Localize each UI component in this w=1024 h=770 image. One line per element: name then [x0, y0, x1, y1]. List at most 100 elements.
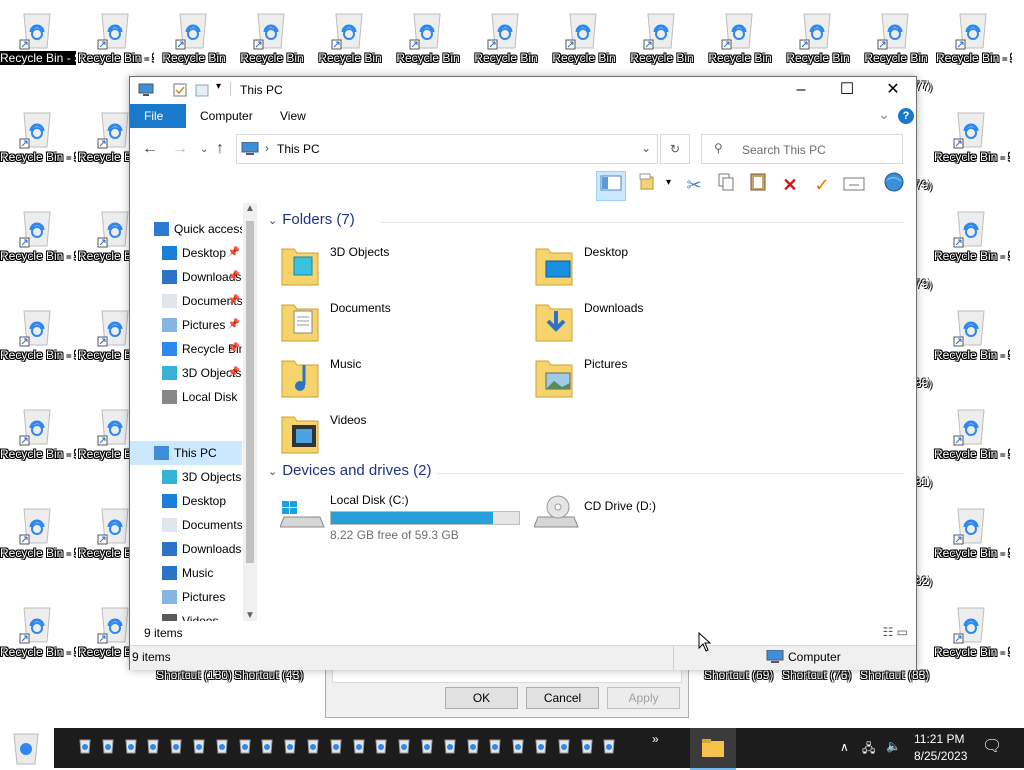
taskbar-app-icon[interactable] [260, 738, 274, 754]
search-input[interactable]: Search This PC [742, 143, 826, 157]
folders-group-header[interactable]: ⌄ Folders (7) [268, 211, 355, 228]
nav-item-desktop[interactable]: Desktop 📌 [130, 241, 242, 265]
taskbar-app-icon[interactable] [329, 738, 343, 754]
taskbar-app-icon[interactable] [146, 738, 160, 754]
preview-pane-icon[interactable] [596, 171, 626, 201]
delete-icon[interactable]: ✕ [776, 171, 804, 199]
taskbar-app-icon[interactable] [488, 738, 502, 754]
nav-item-downloads[interactable]: Downloads [130, 537, 242, 561]
desktop-icon-top-12[interactable]: Recycle Bin - Shortcut (84) [936, 0, 1012, 96]
folder-documents[interactable]: Documents [280, 299, 520, 351]
taskbar-app-icon[interactable] [511, 738, 525, 754]
taskbar-app-icon[interactable] [78, 738, 92, 754]
folder-downloads[interactable]: Downloads [534, 299, 774, 351]
desktop-icon-left1-3[interactable]: Recycle Bin - Shortcut (122) [0, 396, 76, 492]
cut-icon[interactable]: ✂ [680, 171, 708, 199]
desktop-icon-top-0[interactable]: Recycle Bin - ShShortcut (120) [0, 0, 76, 96]
taskbar-app-icon[interactable] [534, 738, 548, 754]
desktop-icon-left1-4[interactable]: Recycle Bin - Shortcut (32) [0, 495, 76, 591]
dropdown-icon[interactable]: ▾ [666, 177, 671, 188]
notifications-icon[interactable]: 🗨 [982, 736, 1002, 756]
help-icon[interactable]: ? [898, 108, 914, 124]
nav-item-this-pc[interactable]: This PC [130, 441, 242, 465]
show-hidden-icons[interactable]: ∧ [840, 740, 849, 754]
nav-item-desktop[interactable]: Desktop [130, 489, 242, 513]
taskbar-app-icon[interactable] [557, 738, 571, 754]
ok-button[interactable]: OK [445, 687, 518, 709]
folder-videos[interactable]: Videos [280, 411, 520, 463]
taskbar-app-icon[interactable] [580, 738, 594, 754]
view-toggle-icons[interactable]: ☷ ▭ [883, 625, 908, 639]
file-explorer-taskbar-button[interactable] [690, 728, 736, 770]
desktop-icon-left1-2[interactable]: Recycle Bin - Shortcut (31) [0, 297, 76, 393]
nav-item-documents[interactable]: Documents [130, 513, 242, 537]
expand-ribbon-icon[interactable]: ⌄ [878, 106, 890, 123]
desktop-icon-left1-1[interactable]: Recycle Bin - Shortcut (121) [0, 198, 76, 294]
rename-check-icon[interactable]: ✓ [808, 171, 836, 199]
forward-button[interactable]: → [172, 140, 188, 158]
taskbar-app-icon[interactable] [169, 738, 183, 754]
nav-scrollbar[interactable]: ▲ ▼ [243, 203, 257, 621]
taskbar-app-icon[interactable] [397, 738, 411, 754]
scroll-thumb[interactable] [246, 221, 254, 563]
taskbar-app-icon[interactable] [443, 738, 457, 754]
chevron-down-icon[interactable]: ⌄ [268, 215, 277, 227]
minimize-button[interactable]: – [778, 77, 824, 103]
desktop-icon-right-4[interactable]: Recycle Bin - Shortcut (89) [934, 495, 1010, 591]
tab-file[interactable]: File [130, 104, 186, 128]
nav-item-3d-objects[interactable]: 3D Objects [130, 465, 242, 489]
nav-item-documents[interactable]: Documents 📌 [130, 289, 242, 313]
paste-icon[interactable] [744, 171, 772, 199]
chevron-down-icon[interactable]: ⌄ [268, 466, 277, 478]
network-icon[interactable]: 🖧 [862, 739, 875, 760]
taskbar-app-icon[interactable] [283, 738, 297, 754]
recent-locations-icon[interactable]: ⌄ [200, 144, 208, 155]
search-box[interactable]: ⚲ Search This PC [701, 134, 903, 164]
desktop-icon-right-0[interactable]: Recycle Bin - Shortcut (85) [934, 99, 1010, 195]
tab-computer[interactable]: Computer [186, 104, 267, 128]
taskbar-app-icon[interactable] [101, 738, 115, 754]
taskbar-app-icon[interactable] [192, 738, 206, 754]
nav-item-local-disk[interactable]: Local Disk [130, 385, 242, 409]
taskbar-app-icon[interactable] [420, 738, 434, 754]
taskbar-app-icon[interactable] [374, 738, 388, 754]
scroll-up-icon[interactable]: ▲ [245, 203, 255, 214]
new-folder-icon[interactable] [194, 82, 210, 98]
taskbar-app-icon[interactable] [602, 738, 616, 754]
desktop-icon-right-3[interactable]: Recycle Bin - Shortcut (88) [934, 396, 1010, 492]
desktop-icon-left1-5[interactable]: Recycle Bin - Shortcut (123) [0, 594, 76, 690]
taskbar-app-icon[interactable] [238, 738, 252, 754]
folder-music[interactable]: Music [280, 355, 520, 407]
recycle-bin-taskbar-icon[interactable] [0, 720, 54, 768]
breadcrumb[interactable]: This PC [277, 142, 320, 156]
customize-quick-access-icon[interactable]: ▾ [216, 81, 221, 92]
desktop-icon-right-2[interactable]: Recycle Bin - Shortcut (87) [934, 297, 1010, 393]
taskbar-app-icon[interactable] [124, 738, 138, 754]
nav-item-quick-access[interactable]: Quick access [130, 217, 242, 241]
taskbar-app-icon[interactable] [306, 738, 320, 754]
nav-item-pictures[interactable]: Pictures 📌 [130, 313, 242, 337]
nav-item-music[interactable]: Music [130, 561, 242, 585]
apply-button[interactable]: Apply [607, 687, 680, 709]
drive-local-disk-c[interactable]: Local Disk (C:) 8.22 GB free of 59.3 GB [280, 493, 540, 545]
nav-item-downloads[interactable]: Downloads 📌 [130, 265, 242, 289]
desktop-icon-right-1[interactable]: Recycle Bin - Shortcut (86) [934, 198, 1010, 294]
folder-3d-objects[interactable]: 3D Objects [280, 243, 520, 295]
nav-item-videos[interactable]: Videos [130, 609, 242, 621]
desktop-icon-left1-0[interactable]: Recycle Bin - Shortcut (30) [0, 99, 76, 195]
maximize-button[interactable]: ☐ [824, 77, 870, 103]
up-button[interactable]: ↑ [216, 140, 224, 158]
address-box[interactable]: › This PC ⌄ [236, 134, 658, 164]
volume-icon[interactable]: 🔈 [886, 739, 901, 753]
properties-icon[interactable] [172, 82, 188, 98]
back-button[interactable]: ← [142, 140, 158, 158]
properties-pane-icon[interactable] [840, 171, 868, 199]
cancel-button[interactable]: Cancel [526, 687, 599, 709]
refresh-button[interactable]: ↻ [660, 134, 690, 164]
new-item-icon[interactable] [634, 171, 662, 199]
taskbar-app-icon[interactable] [466, 738, 480, 754]
nav-item-pictures[interactable]: Pictures [130, 585, 242, 609]
chevron-down-icon[interactable]: ⌄ [641, 141, 651, 155]
taskbar-app-icon[interactable] [352, 738, 366, 754]
tab-view[interactable]: View [266, 104, 320, 128]
